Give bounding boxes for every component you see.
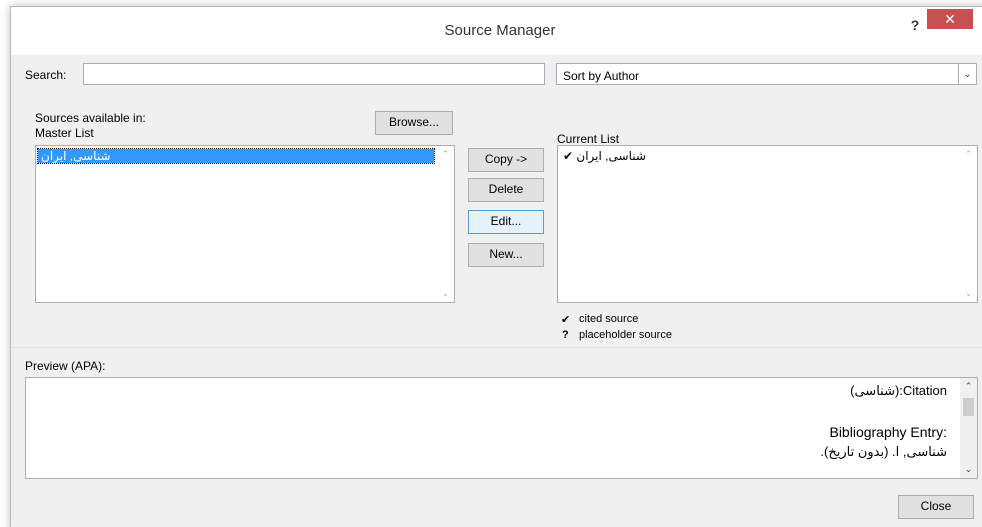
scroll-up-icon[interactable]: ⌃ — [960, 146, 977, 163]
current-list-label: Current List — [557, 132, 620, 146]
delete-button[interactable]: Delete — [468, 178, 544, 202]
scroll-down-icon[interactable]: ⌄ — [960, 285, 977, 302]
browse-button[interactable]: Browse... — [375, 111, 453, 135]
search-input[interactable] — [83, 63, 545, 85]
dialog-title: Source Manager — [444, 22, 556, 39]
scroll-down-icon[interactable]: ⌄ — [437, 285, 454, 302]
current-item-text: شناسی, ایران — [576, 149, 646, 163]
new-button[interactable]: New... — [468, 243, 544, 267]
scroll-thumb[interactable] — [963, 398, 974, 416]
close-button[interactable]: Close — [898, 495, 974, 519]
master-list-scrollbar[interactable]: ⌃ ⌄ — [437, 146, 454, 302]
cited-check-icon: ✔ — [561, 314, 571, 326]
preview-box[interactable]: Citation:(شناسی) Bibliography Entry: شنا… — [25, 377, 978, 479]
help-button[interactable]: ? — [905, 15, 925, 35]
preview-bibliography-entry: شناسی, ا. (بدون تاریخ). — [820, 444, 947, 459]
master-list[interactable]: شناسی, ایران ⌃ ⌄ — [35, 145, 455, 303]
divider — [11, 347, 982, 348]
sort-selected-value: Sort by Author — [563, 69, 640, 83]
current-list[interactable]: شناسی, ایران ✔ ⌃ ⌄ — [557, 145, 978, 303]
scroll-down-icon[interactable]: ⌄ — [960, 461, 977, 478]
cited-check-icon: ✔ — [563, 149, 574, 163]
master-list-item[interactable]: شناسی, ایران — [37, 148, 435, 164]
chevron-down-icon[interactable]: ⌄ — [958, 64, 976, 84]
master-list-label: Master List — [35, 126, 94, 140]
title-bar: Source Manager ? ✕ — [11, 7, 982, 55]
search-label: Search: — [25, 68, 67, 82]
current-list-item[interactable]: شناسی, ایران ✔ — [560, 149, 957, 163]
preview-scrollbar[interactable]: ⌃ ⌄ — [960, 378, 977, 478]
placeholder-source-label: placeholder source — [579, 329, 672, 341]
edit-button[interactable]: Edit... — [468, 210, 544, 234]
preview-label: Preview (APA): — [25, 359, 106, 373]
preview-citation: Citation:(شناسی) — [850, 383, 947, 398]
placeholder-question-icon: ? — [562, 329, 569, 341]
copy-button[interactable]: Copy -> — [468, 148, 544, 172]
scroll-up-icon[interactable]: ⌃ — [960, 378, 977, 395]
close-window-button[interactable]: ✕ — [927, 9, 973, 29]
sort-dropdown[interactable]: Sort by Author ⌄ — [556, 63, 977, 85]
cited-source-label: cited source — [579, 313, 639, 325]
preview-bibliography-heading: Bibliography Entry: — [829, 424, 947, 440]
scroll-up-icon[interactable]: ⌃ — [437, 146, 454, 163]
sources-available-label: Sources available in: — [35, 111, 146, 125]
source-manager-dialog: Source Manager ? ✕ Search: Sort by Autho… — [10, 6, 982, 527]
current-list-scrollbar[interactable]: ⌃ ⌄ — [960, 146, 977, 302]
